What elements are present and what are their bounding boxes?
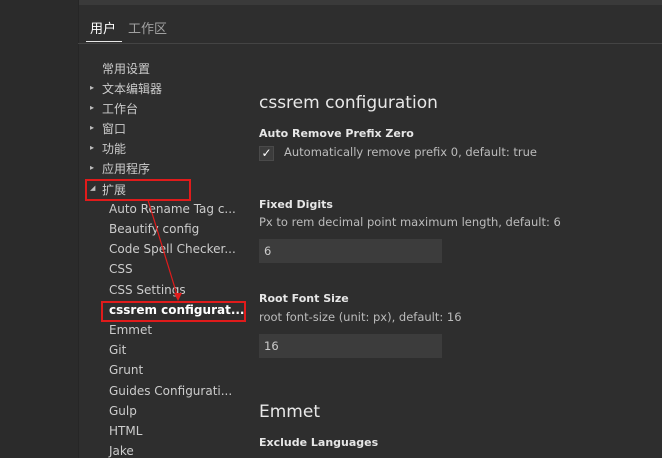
toc-item-workbench[interactable]: ▸ 工作台 bbox=[90, 100, 139, 117]
chevron-right-icon: ▸ bbox=[90, 83, 95, 92]
annotation-box-cssrem bbox=[101, 301, 246, 322]
toc-item-label: 常用设置 bbox=[102, 62, 151, 76]
setting-title-root-font-size: Root Font Size bbox=[259, 292, 349, 305]
root-font-size-input[interactable] bbox=[259, 334, 442, 358]
toc-ext-beautify[interactable]: Beautify config bbox=[109, 222, 199, 236]
active-tab-underline bbox=[86, 41, 122, 42]
chevron-right-icon: ▸ bbox=[90, 103, 95, 112]
fixed-digits-input[interactable] bbox=[259, 239, 442, 263]
setting-title-fixed-digits: Fixed Digits bbox=[259, 198, 333, 211]
toc-item-label: 应用程序 bbox=[102, 162, 151, 176]
toc-ext-html[interactable]: HTML bbox=[109, 424, 142, 438]
toc-item-features[interactable]: ▸ 功能 bbox=[90, 140, 127, 157]
toc-ext-auto-rename-tag[interactable]: Auto Rename Tag c... bbox=[109, 202, 236, 216]
toc-ext-css[interactable]: CSS bbox=[109, 262, 133, 276]
setting-desc-fixed-digits: Px to rem decimal point maximum length, … bbox=[259, 215, 561, 229]
toc-ext-guides[interactable]: Guides Configurati... bbox=[109, 384, 232, 398]
toc-item-label: 工作台 bbox=[102, 102, 139, 116]
toc-ext-git[interactable]: Git bbox=[109, 343, 126, 357]
chevron-right-icon: ▸ bbox=[90, 163, 95, 172]
top-strip bbox=[78, 0, 662, 5]
toc-item-window[interactable]: ▸ 窗口 bbox=[90, 120, 127, 137]
toc-item-label: 文本编辑器 bbox=[102, 82, 163, 96]
annotation-box-extensions bbox=[85, 179, 191, 201]
chevron-right-icon: ▸ bbox=[90, 143, 95, 152]
toc-item-application[interactable]: ▸ 应用程序 bbox=[90, 160, 151, 177]
chevron-right-icon: ▸ bbox=[90, 123, 95, 132]
auto-remove-checkbox[interactable]: ✓ bbox=[259, 146, 274, 161]
setting-desc-root-font-size: root font-size (unit: px), default: 16 bbox=[259, 310, 462, 324]
section-title-emmet: Emmet bbox=[259, 402, 320, 422]
activity-gutter bbox=[0, 0, 78, 458]
checkmark-icon: ✓ bbox=[261, 146, 272, 160]
gutter-divider bbox=[78, 0, 79, 458]
tab-workspace[interactable]: 工作区 bbox=[128, 18, 167, 37]
tabs-divider bbox=[78, 43, 662, 44]
toc-ext-grunt[interactable]: Grunt bbox=[109, 363, 143, 377]
toc-item-label: 功能 bbox=[102, 142, 127, 156]
annotation-arrow bbox=[147, 199, 182, 301]
tab-user[interactable]: 用户 bbox=[90, 18, 116, 37]
toc-item-text-editor[interactable]: ▸ 文本编辑器 bbox=[90, 80, 163, 97]
setting-title-auto-remove: Auto Remove Prefix Zero bbox=[259, 127, 414, 140]
setting-title-exclude-languages: Exclude Languages bbox=[259, 436, 379, 449]
toc-ext-code-spell-checker[interactable]: Code Spell Checker... bbox=[109, 242, 236, 256]
toc-ext-jake[interactable]: Jake bbox=[109, 444, 134, 458]
auto-remove-checkbox-label[interactable]: Automatically remove prefix 0, default: … bbox=[284, 145, 537, 159]
toc-ext-gulp[interactable]: Gulp bbox=[109, 404, 137, 418]
toc-ext-emmet[interactable]: Emmet bbox=[109, 323, 152, 337]
toc-ext-css-settings[interactable]: CSS Settings bbox=[109, 283, 186, 297]
section-title-cssrem: cssrem configuration bbox=[259, 93, 438, 113]
toc-item-label: 窗口 bbox=[102, 122, 127, 136]
toc-item-common-settings[interactable]: 常用设置 bbox=[102, 60, 150, 77]
